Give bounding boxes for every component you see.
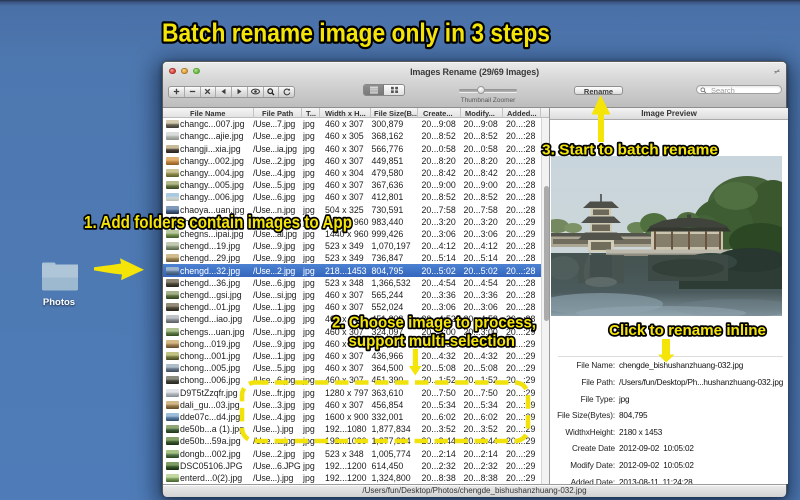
- svg-text:Batch rename image only in 3 s: Batch rename image only in 3 steps: [162, 18, 550, 48]
